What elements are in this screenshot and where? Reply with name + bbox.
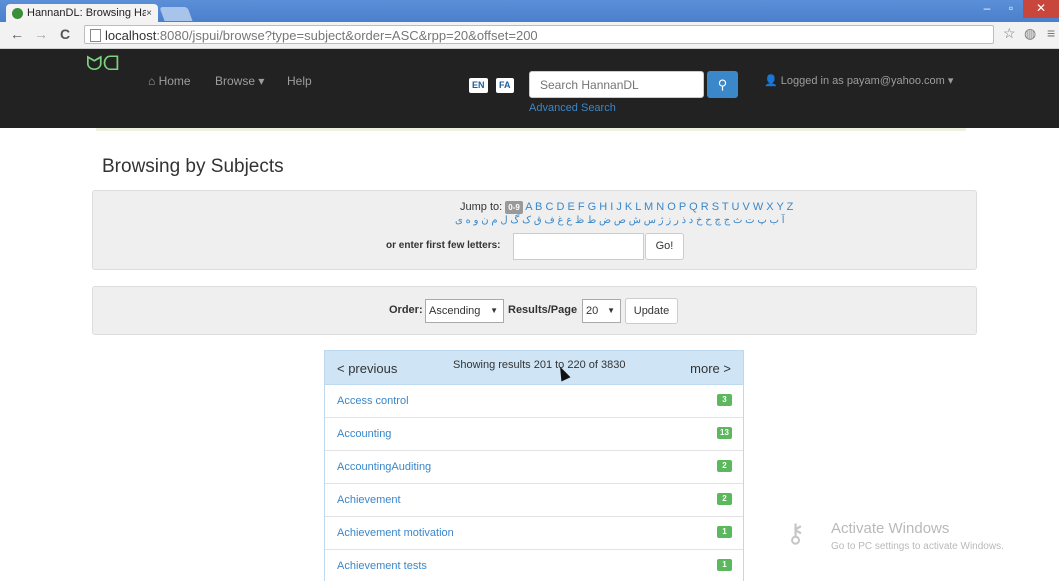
results-per-page-select[interactable]: 20 ▼ <box>582 299 621 323</box>
site-navbar: ᗢᗡ ⌂ Home Browse ▾ Help EN FA ⚲ Advanced… <box>0 49 1059 128</box>
nav-home-label: Home <box>158 74 191 88</box>
starts-with-label: or enter first few letters: <box>386 240 501 251</box>
favicon-icon <box>12 7 23 19</box>
user-menu-label: Logged in as payam@yahoo.com ▾ <box>780 75 954 87</box>
jump-panel: Jump to: 0-9 A B C D E F G H I J K L M N… <box>92 190 977 270</box>
new-tab-button[interactable] <box>159 7 193 21</box>
activate-windows-title: Activate Windows <box>831 520 950 537</box>
starts-with-input[interactable] <box>513 233 644 260</box>
results-header: < previous Showing results 201 to 220 of… <box>325 351 743 385</box>
list-item[interactable]: Achievement 2 <box>325 484 743 517</box>
address-bar[interactable]: localhost:8080/jspui/browse?type=subject… <box>84 25 994 44</box>
reload-icon[interactable]: C <box>60 26 70 42</box>
update-button[interactable]: Update <box>625 298 678 324</box>
advanced-search-link[interactable]: Advanced Search <box>529 102 616 114</box>
tab-close-icon[interactable]: × <box>146 8 152 19</box>
previous-link[interactable]: < previous <box>337 361 397 376</box>
browser-tabbar: HannanDL: Browsing Han × – ▫ ✕ <box>0 0 1059 22</box>
user-icon: 👤 <box>764 75 778 87</box>
list-item[interactable]: Accounting 13 <box>325 418 743 451</box>
nav-browse[interactable]: Browse ▾ <box>215 74 264 88</box>
activate-windows-subtitle: Go to PC settings to activate Windows. <box>831 541 1004 552</box>
results-per-page-label: Results/Page <box>508 304 578 316</box>
subject-link[interactable]: Access control <box>337 395 409 407</box>
count-badge: 1 <box>717 526 732 538</box>
site-logo[interactable]: ᗢᗡ <box>86 53 119 76</box>
home-icon: ⌂ <box>148 74 156 88</box>
more-link[interactable]: more > <box>690 361 731 376</box>
subject-link[interactable]: AccountingAuditing <box>337 461 431 473</box>
chevron-down-icon: ▼ <box>490 306 498 315</box>
subject-link[interactable]: Achievement <box>337 494 401 506</box>
order-label: Order: <box>389 304 423 316</box>
order-panel: Order: Ascending ▼ Results/Page 20 ▼ Upd… <box>92 286 977 335</box>
browser-tab[interactable]: HannanDL: Browsing Han × <box>6 4 158 22</box>
search-icon: ⚲ <box>717 77 728 92</box>
browser-toolbar: ← → C localhost:8080/jspui/browse?type=s… <box>0 22 1059 49</box>
back-icon[interactable]: ← <box>10 26 24 42</box>
count-badge: 2 <box>717 460 732 472</box>
url-path: :8080/jspui/browse?type=subject&order=AS… <box>156 28 538 43</box>
jump-0-9-button[interactable]: 0-9 <box>505 201 523 214</box>
maximize-icon[interactable]: ▫ <box>999 0 1023 18</box>
globe-icon[interactable]: ◍ <box>1024 25 1036 42</box>
lang-fa-button[interactable]: FA <box>496 78 514 93</box>
close-window-icon[interactable]: ✕ <box>1023 0 1059 18</box>
count-badge: 3 <box>717 394 732 406</box>
key-icon: ⚷ <box>786 518 806 548</box>
chevron-down-icon: ▼ <box>607 306 615 315</box>
jump-to-row: Jump to: 0-9 A B C D E F G H I J K L M N… <box>460 201 793 214</box>
list-item[interactable]: Access control 3 <box>325 385 743 418</box>
minimize-icon[interactable]: – <box>975 0 999 18</box>
browser-menu-icon[interactable]: ≡ <box>1047 25 1055 41</box>
jump-letters-latin[interactable]: A B C D E F G H I J K L M N O P Q R S T … <box>525 201 793 213</box>
url-host: localhost <box>105 28 157 43</box>
jump-to-label: Jump to: <box>460 201 503 213</box>
count-badge: 2 <box>717 493 732 505</box>
count-badge: 1 <box>717 559 732 571</box>
order-select-value: Ascending <box>429 305 481 317</box>
list-item[interactable]: Achievement tests 1 <box>325 550 743 581</box>
jump-letters-persian[interactable]: آ ب پ ت ث ج چ ح خ د ذ ر ز ژ س ش ص ض ط ظ … <box>455 215 785 226</box>
list-item[interactable]: Achievement motivation 1 <box>325 517 743 550</box>
results-list: < previous Showing results 201 to 220 of… <box>324 350 744 581</box>
count-badge: 13 <box>717 427 732 439</box>
subject-link[interactable]: Accounting <box>337 428 391 440</box>
rpp-select-value: 20 <box>586 305 599 317</box>
nav-help[interactable]: Help <box>287 74 312 88</box>
user-menu[interactable]: 👤 Logged in as payam@yahoo.com ▾ <box>764 74 953 87</box>
search-button[interactable]: ⚲ <box>707 71 738 98</box>
go-button[interactable]: Go! <box>645 233 684 260</box>
forward-icon[interactable]: → <box>34 26 48 42</box>
header-divider <box>96 128 966 131</box>
tab-title: HannanDL: Browsing Han <box>27 7 147 19</box>
bookmark-star-icon[interactable]: ☆ <box>1003 25 1016 42</box>
window-controls: – ▫ ✕ <box>975 0 1059 18</box>
results-summary: Showing results 201 to 220 of 3830 <box>453 359 626 371</box>
list-item[interactable]: AccountingAuditing 2 <box>325 451 743 484</box>
search-input[interactable] <box>529 71 704 98</box>
subject-link[interactable]: Achievement motivation <box>337 527 454 539</box>
subject-link[interactable]: Achievement tests <box>337 560 427 572</box>
lang-en-button[interactable]: EN <box>469 78 488 93</box>
nav-home[interactable]: ⌂ Home <box>148 74 191 88</box>
order-select[interactable]: Ascending ▼ <box>425 299 504 323</box>
page-title: Browsing by Subjects <box>102 156 284 177</box>
page-icon <box>90 29 101 42</box>
